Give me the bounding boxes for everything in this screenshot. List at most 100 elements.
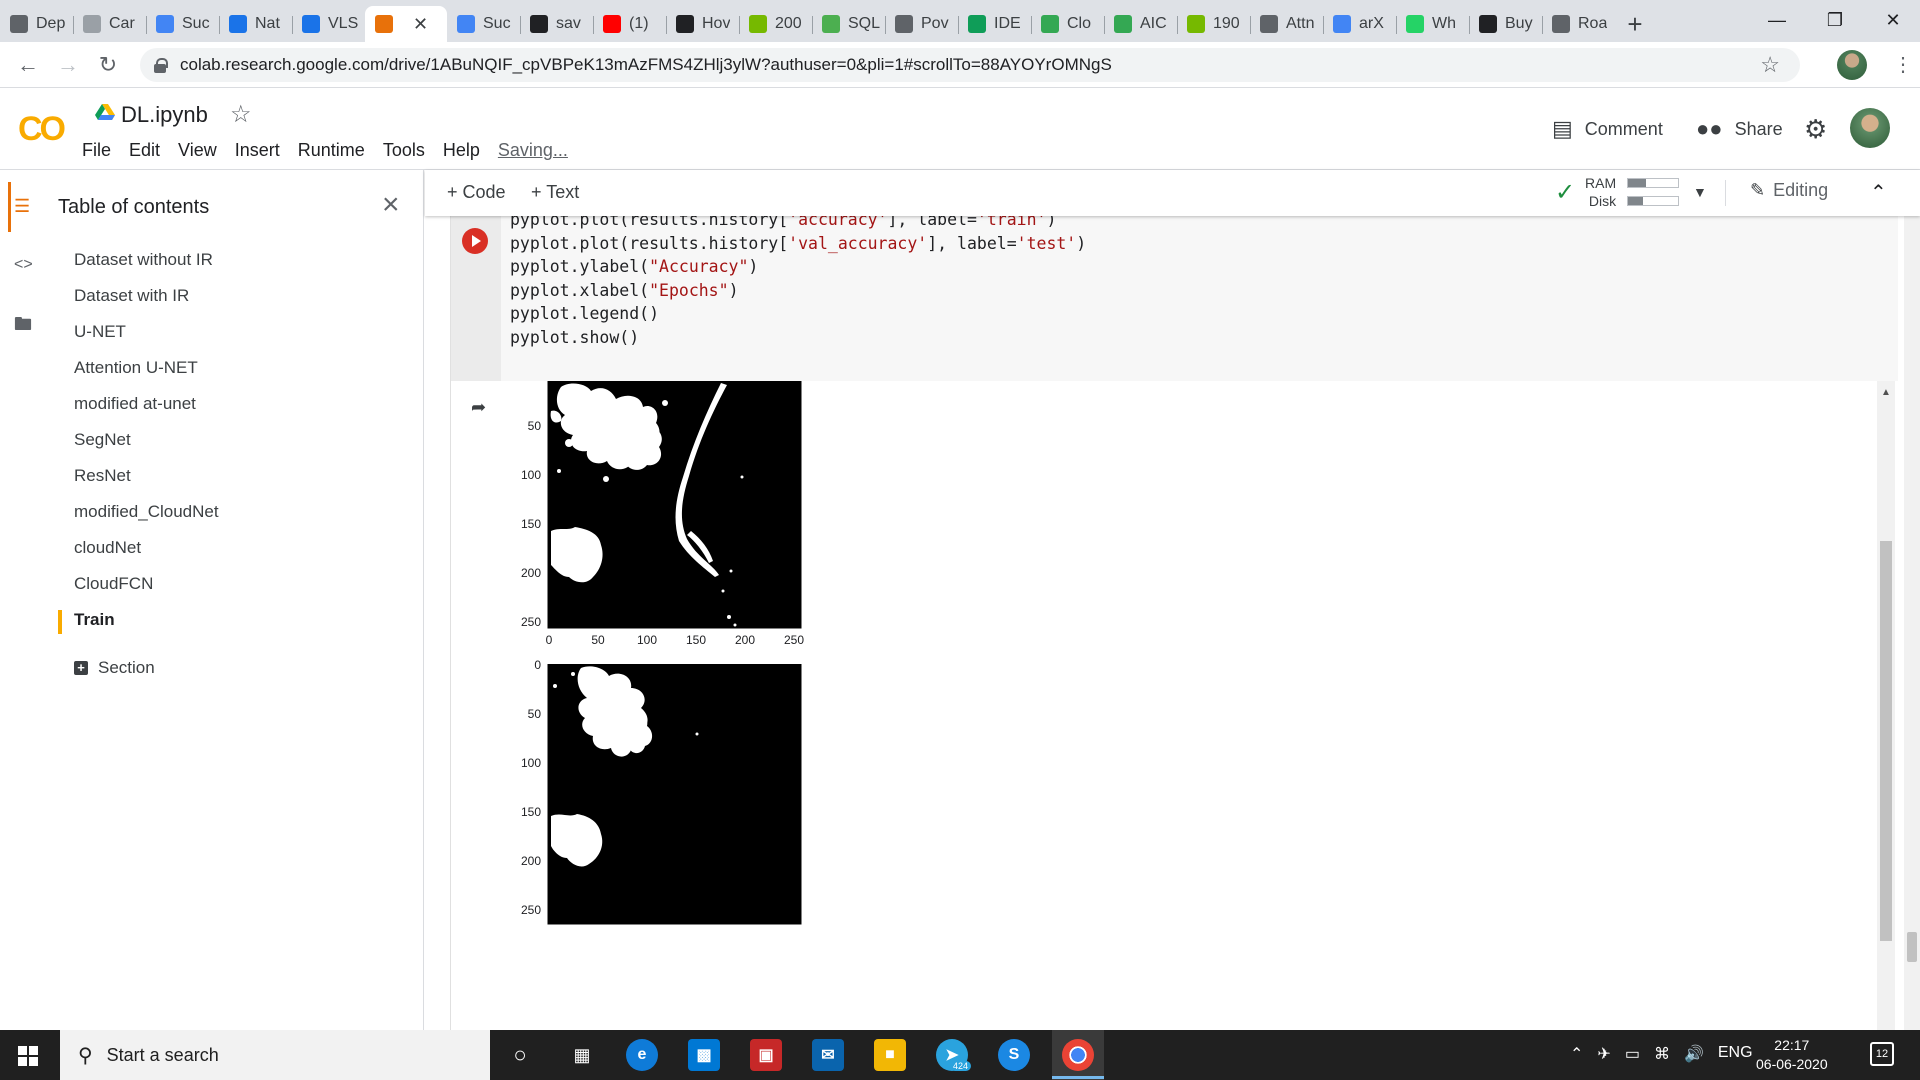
chevron-up-icon[interactable]: ⌃: [1570, 1044, 1583, 1064]
task-view-icon[interactable]: ▦: [566, 1039, 598, 1071]
browser-tab[interactable]: SQL: [812, 6, 885, 42]
address-bar[interactable]: colab.research.google.com/drive/1ABuNQIF…: [140, 48, 1800, 82]
account-avatar[interactable]: [1850, 108, 1890, 148]
minimize-button[interactable]: —: [1748, 0, 1806, 40]
page-scrollbar[interactable]: [1904, 216, 1920, 1030]
run-cell-icon[interactable]: [462, 228, 488, 254]
toc-item-train[interactable]: Train: [74, 610, 115, 630]
browser-tab[interactable]: IDE: [958, 6, 1031, 42]
browser-tab[interactable]: Pov: [885, 6, 958, 42]
url-text[interactable]: colab.research.google.com/drive/1ABuNQIF…: [180, 55, 1112, 75]
browser-tab[interactable]: Car: [73, 6, 146, 42]
toc-item-modified-cloudnet[interactable]: modified_CloudNet: [74, 502, 219, 522]
code-editor[interactable]: pyplot.plot(results.history['accuracy'],…: [510, 216, 1086, 349]
add-section-button[interactable]: + Section: [74, 658, 155, 678]
settings-gear-icon[interactable]: ⚙: [1804, 114, 1827, 145]
menu-file[interactable]: File: [82, 140, 111, 161]
battery-icon[interactable]: ▭: [1625, 1044, 1640, 1064]
menu-runtime[interactable]: Runtime: [298, 140, 365, 161]
output-scrollbar[interactable]: ▲: [1877, 381, 1895, 1030]
toc-item-cloudfcn[interactable]: CloudFCN: [74, 574, 153, 594]
browser-tab[interactable]: Buy: [1469, 6, 1542, 42]
browser-tab[interactable]: arX: [1323, 6, 1396, 42]
windows-start-icon[interactable]: [18, 1046, 38, 1066]
file-explorer-icon[interactable]: ■: [874, 1039, 906, 1071]
browser-tab[interactable]: Dep: [0, 6, 73, 42]
browser-tab[interactable]: AIC: [1104, 6, 1177, 42]
browser-tab[interactable]: (1): [593, 6, 666, 42]
save-status[interactable]: Saving...: [498, 140, 568, 161]
x-tick-label: 150: [685, 633, 707, 647]
chevron-up-icon[interactable]: ⌃: [1870, 180, 1887, 205]
toc-item-attention-u-net[interactable]: Attention U-NET: [74, 358, 198, 378]
wifi-icon[interactable]: ⌘: [1654, 1044, 1670, 1064]
browser-tab[interactable]: ✕: [365, 6, 447, 42]
toc-item-modified-at-unet[interactable]: modified at-unet: [74, 394, 196, 414]
browser-tab[interactable]: 200: [739, 6, 812, 42]
edge-browser-icon[interactable]: e: [626, 1039, 658, 1071]
browser-tab[interactable]: 190: [1177, 6, 1250, 42]
menu-insert[interactable]: Insert: [235, 140, 280, 161]
new-tab-button[interactable]: +: [1615, 6, 1655, 42]
menu-tools[interactable]: Tools: [383, 140, 425, 161]
close-window-button[interactable]: ✕: [1864, 0, 1920, 40]
editing-mode-button[interactable]: ✎ Editing: [1750, 180, 1828, 201]
skype-icon[interactable]: S: [998, 1039, 1030, 1071]
forward-button[interactable]: →: [48, 47, 88, 83]
reload-button[interactable]: ↻: [88, 47, 128, 83]
page-scroll-thumb[interactable]: [1907, 932, 1917, 962]
chrome-menu-icon[interactable]: ⋮: [1893, 52, 1913, 77]
code-cell[interactable]: pyplot.plot(results.history['accuracy'],…: [450, 216, 1898, 381]
toc-item-dataset-with-ir[interactable]: Dataset with IR: [74, 286, 189, 306]
network-off-icon[interactable]: ✈: [1597, 1044, 1610, 1064]
browser-tab[interactable]: Roa: [1542, 6, 1615, 42]
chrome-icon[interactable]: [1062, 1039, 1094, 1071]
toc-list-icon[interactable]: ☰: [14, 196, 30, 217]
bookmark-star-icon[interactable]: ☆: [1760, 52, 1780, 78]
browser-tab[interactable]: sav: [520, 6, 593, 42]
close-icon[interactable]: ×: [382, 188, 400, 222]
add-code-cell-button[interactable]: + Code: [447, 182, 506, 203]
add-text-cell-button[interactable]: + Text: [531, 182, 579, 203]
notification-center-icon[interactable]: 12: [1870, 1042, 1894, 1066]
close-tab-icon[interactable]: ✕: [413, 14, 428, 35]
browser-tab[interactable]: VLS: [292, 6, 365, 42]
scroll-up-arrow-icon[interactable]: ▲: [1881, 387, 1891, 398]
browser-tab[interactable]: Wh: [1396, 6, 1469, 42]
caret-down-icon[interactable]: ▼: [1693, 184, 1707, 200]
menu-edit[interactable]: Edit: [129, 140, 160, 161]
mail-icon[interactable]: ✉: [812, 1039, 844, 1071]
profile-avatar[interactable]: [1837, 50, 1867, 80]
share-button[interactable]: ●● Share: [1696, 116, 1783, 142]
browser-tab[interactable]: Clo: [1031, 6, 1104, 42]
browser-tab[interactable]: Attn: [1250, 6, 1323, 42]
toc-item-resnet[interactable]: ResNet: [74, 466, 131, 486]
notebook-title[interactable]: DL.ipynb: [121, 102, 208, 128]
language-indicator[interactable]: ENG: [1718, 1044, 1753, 1064]
colab-logo[interactable]: CO: [18, 110, 66, 149]
back-button[interactable]: ←: [8, 47, 48, 83]
toc-item-cloudnet[interactable]: cloudNet: [74, 538, 141, 558]
gift-app-icon[interactable]: ▣: [750, 1039, 782, 1071]
volume-icon[interactable]: 🔊: [1684, 1044, 1704, 1064]
resource-monitor[interactable]: RAM Disk: [1585, 174, 1616, 210]
cortana-icon[interactable]: ○: [504, 1039, 536, 1071]
menu-help[interactable]: Help: [443, 140, 480, 161]
store-icon[interactable]: ▩: [688, 1039, 720, 1071]
browser-tab[interactable]: Suc: [447, 6, 520, 42]
files-folder-icon[interactable]: 🖿: [14, 312, 32, 342]
browser-tab[interactable]: Suc: [146, 6, 219, 42]
menu-view[interactable]: View: [178, 140, 217, 161]
output-scroll-thumb[interactable]: [1880, 541, 1892, 941]
star-notebook-icon[interactable]: ☆: [230, 100, 252, 129]
comment-button[interactable]: ▤ Comment: [1552, 116, 1663, 142]
taskbar-clock[interactable]: 22:17 06-06-2020: [1756, 1036, 1828, 1074]
toc-item-dataset-without-ir[interactable]: Dataset without IR: [74, 250, 213, 270]
restore-button[interactable]: ❐: [1806, 0, 1864, 40]
toc-item-segnet[interactable]: SegNet: [74, 430, 131, 450]
code-snippets-icon[interactable]: <>: [14, 256, 33, 274]
taskbar-search[interactable]: ⚲ Start a search: [60, 1030, 490, 1080]
browser-tab[interactable]: Hov: [666, 6, 739, 42]
browser-tab[interactable]: Nat: [219, 6, 292, 42]
toc-item-u-net[interactable]: U-NET: [74, 322, 126, 342]
